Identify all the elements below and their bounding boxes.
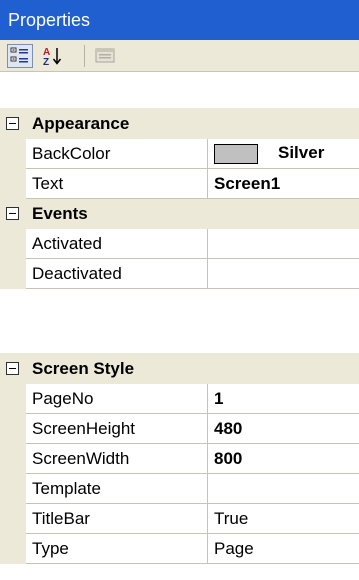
- property-row-pageno[interactable]: PageNo 1: [0, 383, 359, 414]
- gutter: [0, 228, 26, 259]
- property-value[interactable]: 480: [207, 413, 359, 444]
- properties-toolbar: A Z: [0, 40, 359, 72]
- gutter: [0, 258, 26, 289]
- category-events[interactable]: Events: [0, 198, 359, 229]
- collapse-toggle-icon[interactable]: [6, 117, 19, 130]
- property-value[interactable]: Screen1: [206, 168, 359, 199]
- category-label: Screen Style: [25, 353, 359, 384]
- property-name: ScreenHeight: [25, 413, 208, 444]
- alphabetical-sort-icon: A Z: [43, 47, 62, 68]
- category-screen-style[interactable]: Screen Style: [0, 353, 359, 384]
- property-value[interactable]: [206, 228, 359, 259]
- property-row-screenwidth[interactable]: ScreenWidth 800: [0, 443, 359, 474]
- window-title-bar: Properties: [0, 0, 359, 40]
- window-title: Properties: [8, 10, 91, 30]
- collapse-toggle-icon[interactable]: [6, 362, 19, 375]
- category-label: Appearance: [24, 108, 359, 139]
- category-label: Events: [24, 198, 359, 229]
- gutter: [0, 353, 26, 384]
- categorized-icon: [10, 47, 28, 63]
- property-grid-screen-style: Screen Style PageNo 1 ScreenHeight 480 S…: [0, 353, 359, 564]
- color-swatch: [214, 143, 258, 164]
- property-row-backcolor[interactable]: BackColor Silver: [0, 138, 359, 169]
- property-name: Activated: [25, 228, 208, 259]
- property-row-deactivated[interactable]: Deactivated: [0, 258, 359, 289]
- property-name: Text: [25, 168, 208, 199]
- property-name: TitleBar: [25, 503, 208, 534]
- alphabetical-button[interactable]: A Z: [40, 44, 66, 68]
- property-row-screenheight[interactable]: ScreenHeight 480: [0, 413, 359, 444]
- property-name: Type: [25, 533, 208, 564]
- property-name: Deactivated: [25, 258, 208, 289]
- gutter: [0, 533, 26, 564]
- property-row-text[interactable]: Text Screen1: [0, 168, 359, 199]
- property-name: PageNo: [25, 383, 208, 414]
- property-pages-icon: [95, 48, 115, 63]
- property-grid-main: Appearance BackColor Silver Text Screen1…: [0, 108, 359, 289]
- property-pages-button[interactable]: [93, 44, 119, 68]
- gutter: [0, 503, 26, 534]
- gutter: [0, 383, 26, 414]
- property-name: ScreenWidth: [25, 443, 208, 474]
- property-row-type[interactable]: Type Page: [0, 533, 359, 564]
- category-appearance[interactable]: Appearance: [0, 108, 359, 139]
- gutter: [0, 198, 26, 229]
- gutter: [0, 168, 26, 199]
- property-name: BackColor: [25, 138, 208, 169]
- gutter: [0, 138, 26, 169]
- gutter: [0, 413, 26, 444]
- collapse-toggle-icon[interactable]: [6, 207, 19, 220]
- toolbar-separator: [84, 45, 85, 67]
- property-row-titlebar[interactable]: TitleBar True: [0, 503, 359, 534]
- property-value[interactable]: [207, 473, 359, 504]
- categorized-button[interactable]: [7, 44, 33, 68]
- property-row-template[interactable]: Template: [0, 473, 359, 504]
- property-value[interactable]: 1: [207, 383, 359, 414]
- property-name: Template: [25, 473, 208, 504]
- gutter: [0, 108, 26, 139]
- property-value[interactable]: [206, 258, 359, 289]
- property-value[interactable]: True: [207, 503, 359, 534]
- backcolor-value: Silver: [278, 143, 325, 163]
- property-row-activated[interactable]: Activated: [0, 228, 359, 259]
- property-value[interactable]: Silver: [206, 138, 359, 169]
- property-value[interactable]: 800: [207, 443, 359, 474]
- sort-letter-z: Z: [43, 57, 49, 68]
- gutter: [0, 473, 26, 504]
- gutter: [0, 443, 26, 474]
- property-value[interactable]: Page: [207, 533, 359, 564]
